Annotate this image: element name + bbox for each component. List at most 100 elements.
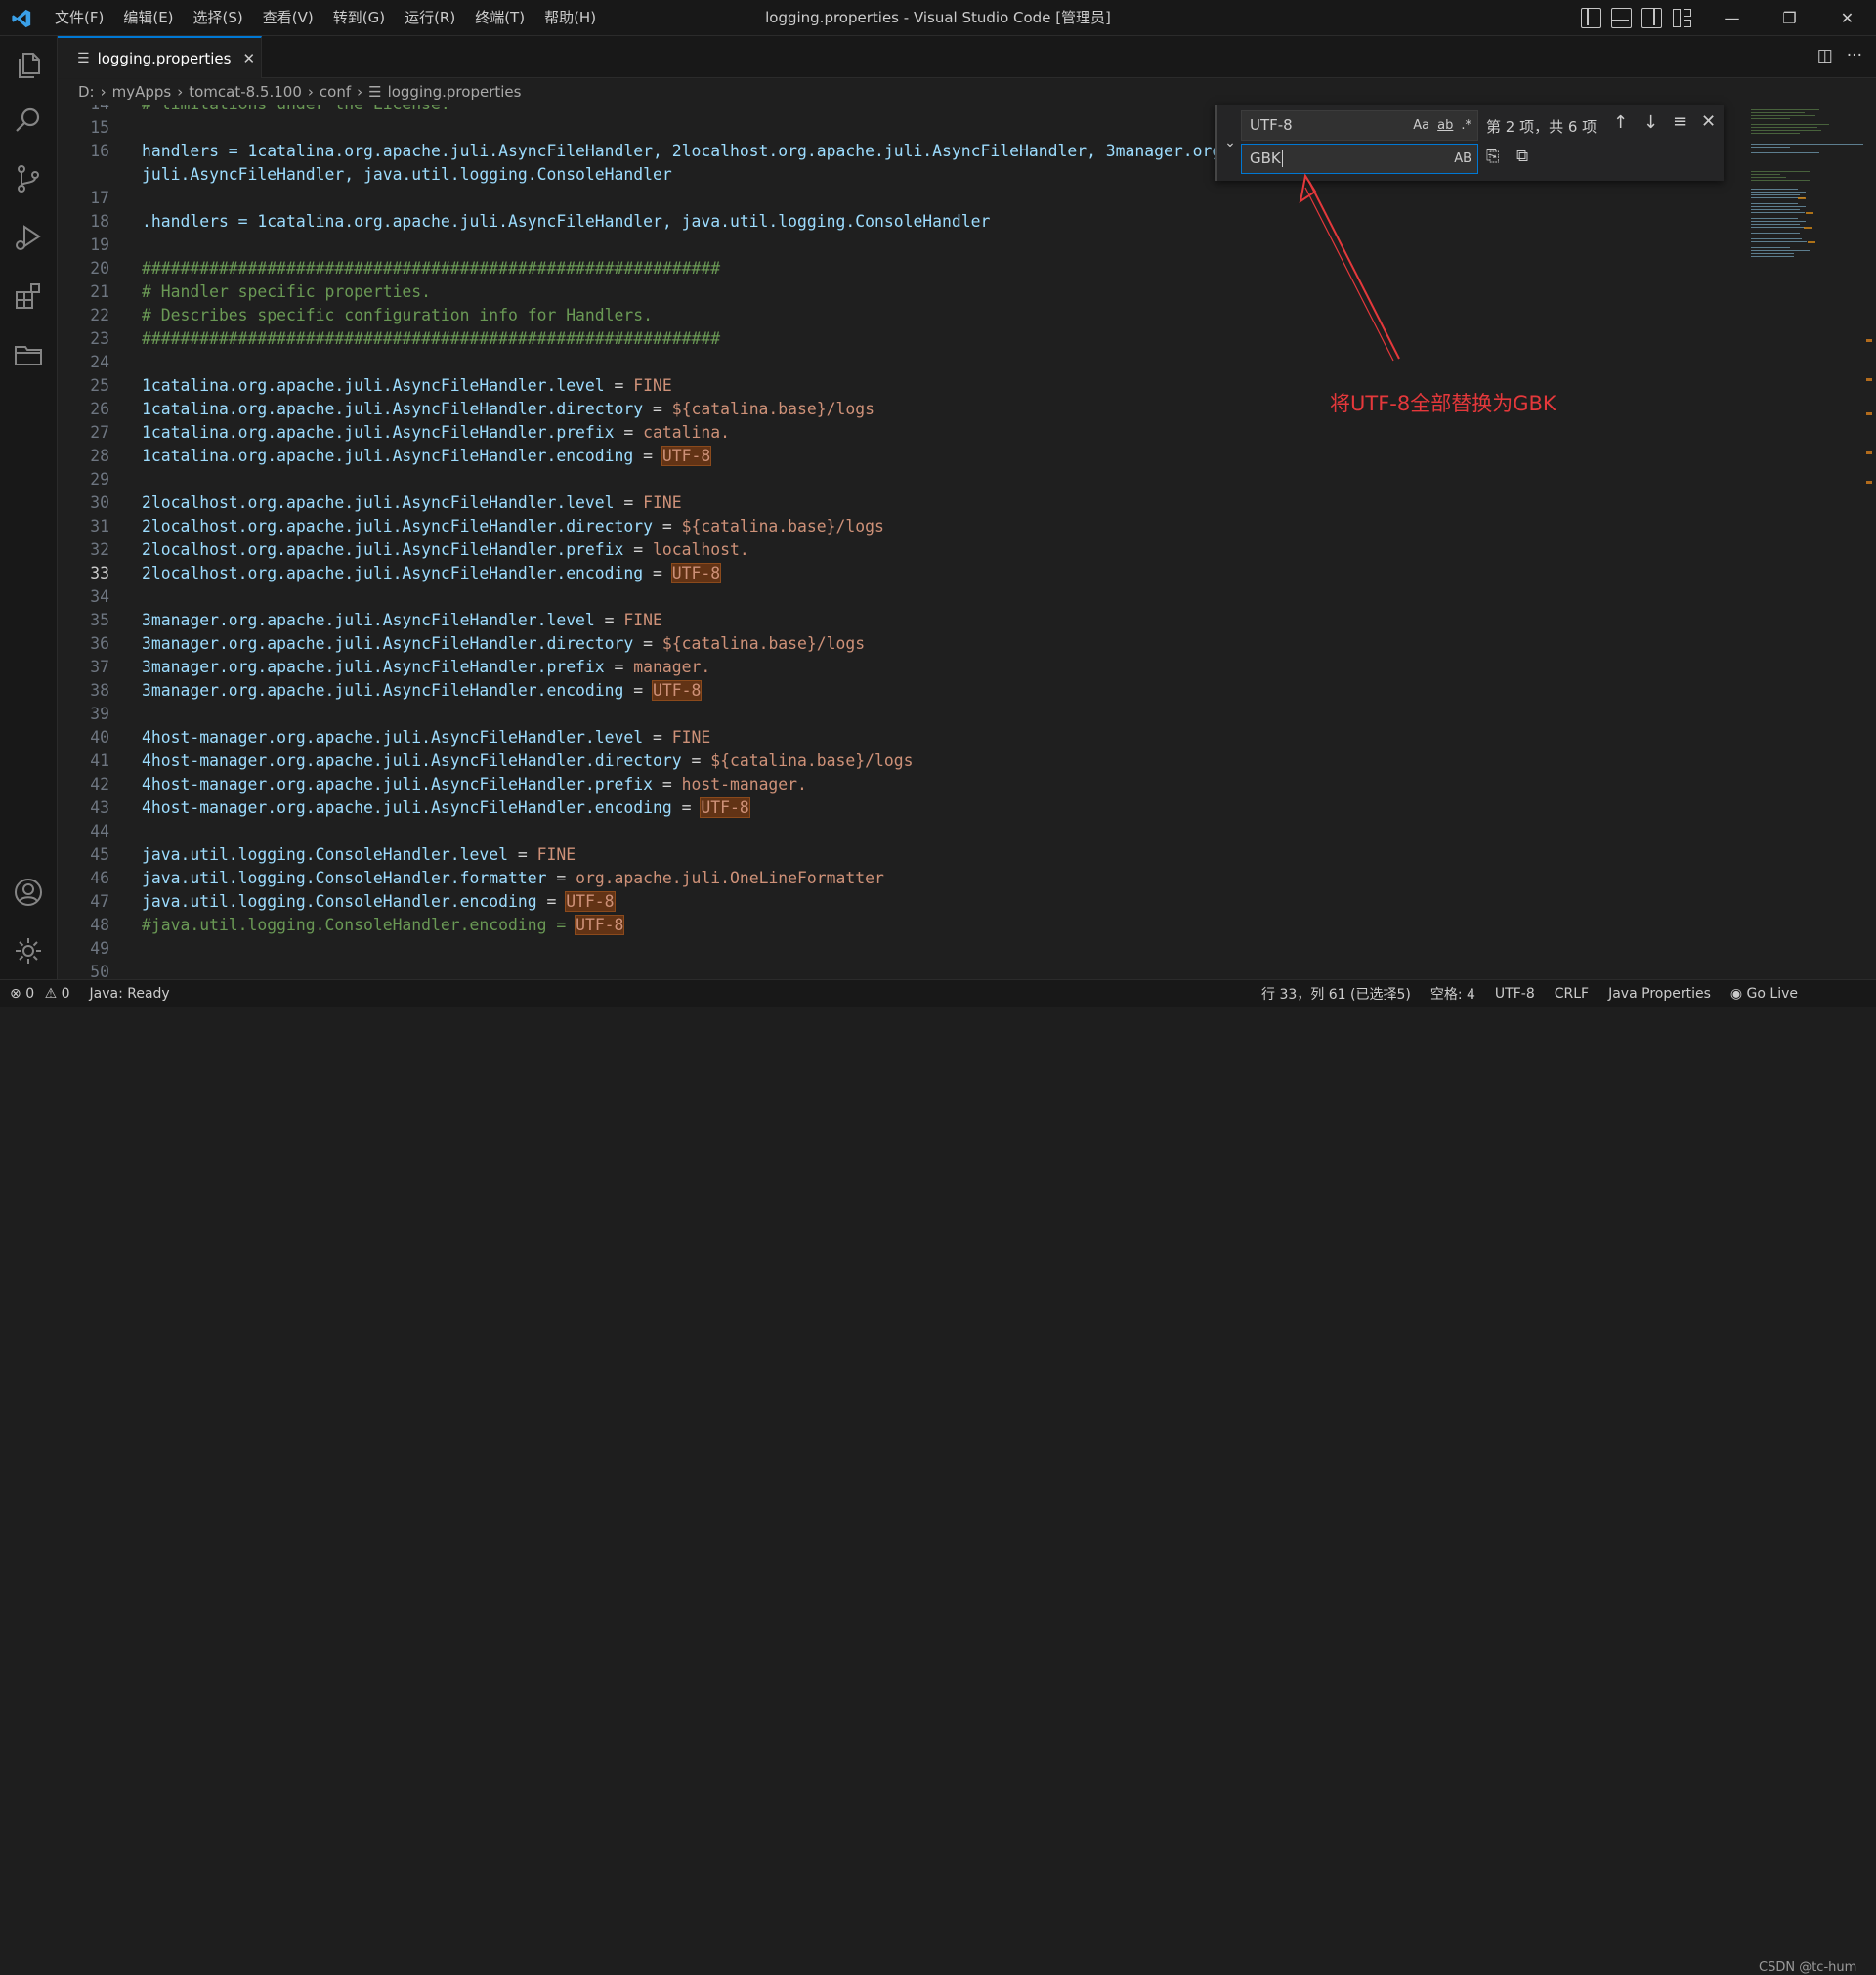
find-in-selection-icon[interactable]: ≡ — [1673, 111, 1687, 132]
property-key: 2localhost.org.apache.juli.AsyncFileHand… — [142, 494, 615, 512]
match-case-icon[interactable]: Aa — [1413, 111, 1429, 140]
code-line[interactable]: 43 4host-manager.org.apache.juli.AsyncFil… — [58, 796, 1807, 820]
more-actions-icon[interactable]: ··· — [1847, 46, 1862, 65]
java-status[interactable]: Java: Ready — [80, 986, 180, 1002]
code-line[interactable]: 21 # Handler specific properties. — [58, 280, 1807, 304]
previous-match-arrow-up-icon[interactable]: ↑ — [1613, 112, 1628, 133]
layout-controls — [1581, 8, 1692, 28]
code-line[interactable]: 17 — [58, 187, 1807, 210]
menu-item[interactable]: 终端(T) — [465, 0, 534, 36]
code-line[interactable]: 48 #java.util.logging.ConsoleHandler.enco… — [58, 914, 1807, 937]
breadcrumb-item[interactable]: D: — [78, 83, 95, 101]
code-text-span: handlers = 1catalina.org.apache.juli.Asy… — [142, 142, 1241, 160]
replace-input[interactable]: GBK AB — [1241, 144, 1478, 174]
breadcrumb-item[interactable]: tomcat-8.5.100 — [189, 83, 302, 101]
code-line[interactable]: 24 — [58, 351, 1807, 374]
code-line[interactable]: 22 # Describes specific configuration inf… — [58, 304, 1807, 327]
minimize-button[interactable]: — — [1703, 0, 1761, 36]
explorer-icon[interactable] — [13, 50, 44, 81]
indentation[interactable]: 空格: 4 — [1421, 984, 1485, 1004]
toggle-replace-chevron-icon[interactable]: ⌄ — [1219, 105, 1241, 181]
code-line[interactable]: 41 4host-manager.org.apache.juli.AsyncFil… — [58, 750, 1807, 773]
minimap[interactable] — [1749, 105, 1863, 271]
breadcrumb-item[interactable]: conf — [320, 83, 351, 101]
customize-layout-icon[interactable] — [1672, 8, 1692, 28]
code-line[interactable]: 19 — [58, 234, 1807, 257]
problems-indicator[interactable]: ⊗ 0 ⚠ 0 — [0, 986, 80, 1002]
code-line[interactable]: 42 4host-manager.org.apache.juli.AsyncFil… — [58, 773, 1807, 796]
tab-logging-properties[interactable]: ☰ logging.properties ✕ — [58, 36, 262, 78]
chevron-right-icon: › — [357, 83, 363, 101]
accounts-icon[interactable] — [13, 877, 44, 908]
code-line[interactable]: 34 — [58, 585, 1807, 609]
search-icon[interactable] — [13, 105, 44, 136]
code-line[interactable]: 29 — [58, 468, 1807, 492]
code-line[interactable]: 44 — [58, 820, 1807, 843]
menu-item[interactable]: 文件(F) — [45, 0, 113, 36]
file-encoding[interactable]: UTF-8 — [1485, 986, 1545, 1002]
toggle-secondary-sidebar-icon[interactable] — [1642, 8, 1662, 28]
use-regex-icon[interactable]: .* — [1461, 111, 1471, 140]
code-editor[interactable]: 14 # limitations under the License. 15 16 ha… — [58, 105, 1876, 979]
code-line[interactable]: 38 3manager.org.apache.juli.AsyncFileHand… — [58, 679, 1807, 703]
property-value: ${catalina.base}/logs — [661, 634, 866, 653]
manage-gear-icon[interactable] — [13, 935, 44, 966]
line-number: 44 — [90, 822, 109, 840]
close-tab-icon[interactable]: ✕ — [242, 50, 255, 67]
property-key: 2localhost.org.apache.juli.AsyncFileHand… — [142, 517, 654, 536]
code-line[interactable]: 46 java.util.logging.ConsoleHandler.forma… — [58, 867, 1807, 890]
go-live-button[interactable]: ◉ Go Live — [1721, 986, 1808, 1002]
extensions-icon[interactable] — [13, 280, 44, 312]
end-of-line[interactable]: CRLF — [1545, 986, 1599, 1002]
close-find-icon[interactable]: ✕ — [1701, 111, 1716, 132]
code-line[interactable]: 50 — [58, 961, 1807, 979]
preserve-case-icon[interactable]: AB — [1454, 145, 1471, 173]
close-window-button[interactable]: ✕ — [1818, 0, 1876, 36]
toggle-panel-icon[interactable] — [1611, 8, 1632, 28]
code-line[interactable]: 49 — [58, 937, 1807, 961]
cursor-position[interactable]: 行 33，列 61 (已选择5) — [1252, 984, 1421, 1004]
code-line[interactable]: 31 2localhost.org.apache.juli.AsyncFileHa… — [58, 515, 1807, 538]
language-mode[interactable]: Java Properties — [1599, 986, 1721, 1002]
code-line[interactable]: 35 3manager.org.apache.juli.AsyncFileHand… — [58, 609, 1807, 632]
property-value: ${catalina.base}/logs — [710, 751, 914, 770]
property-key: 1catalina.org.apache.juli.AsyncFileHandl… — [142, 423, 615, 442]
code-line[interactable]: 37 3manager.org.apache.juli.AsyncFileHand… — [58, 656, 1807, 679]
replace-all-icon[interactable]: ⧉ — [1516, 147, 1528, 166]
split-editor-icon[interactable]: ◫ — [1817, 46, 1833, 65]
code-line[interactable]: 28 1catalina.org.apache.juli.AsyncFileHan… — [58, 445, 1807, 468]
toggle-primary-sidebar-icon[interactable] — [1581, 8, 1601, 28]
run-debug-icon[interactable] — [13, 222, 44, 253]
code-line[interactable]: 40 4host-manager.org.apache.juli.AsyncFil… — [58, 726, 1807, 750]
menu-item[interactable]: 运行(R) — [395, 0, 465, 36]
code-line[interactable]: 27 1catalina.org.apache.juli.AsyncFileHan… — [58, 421, 1807, 445]
restore-button[interactable]: ❐ — [1761, 0, 1818, 36]
breadcrumb-item[interactable]: logging.properties — [388, 83, 522, 101]
match-whole-word-icon[interactable]: ab — [1437, 111, 1453, 140]
property-key: 1catalina.org.apache.juli.AsyncFileHandl… — [142, 376, 605, 395]
code-line[interactable]: 20 ######################################… — [58, 257, 1807, 280]
menu-item[interactable]: 选择(S) — [184, 0, 253, 36]
vertical-scrollbar[interactable] — [1863, 105, 1876, 979]
code-line[interactable]: 39 — [58, 703, 1807, 726]
menu-item[interactable]: 帮助(H) — [534, 0, 606, 36]
code-line[interactable]: 30 2localhost.org.apache.juli.AsyncFileHa… — [58, 492, 1807, 515]
property-value: FINE — [671, 728, 711, 747]
menu-item[interactable]: 转到(G) — [323, 0, 395, 36]
code-line[interactable]: 45 java.util.logging.ConsoleHandler.level… — [58, 843, 1807, 867]
code-text: 1catalina.org.apache.juli.AsyncFileHandl… — [142, 400, 874, 418]
source-control-icon[interactable] — [13, 163, 44, 194]
menu-item[interactable]: 编辑(E) — [113, 0, 183, 36]
remote-explorer-icon[interactable] — [13, 339, 44, 370]
code-line[interactable]: 23 ######################################… — [58, 327, 1807, 351]
code-line[interactable]: 18 .handlers = 1catalina.org.apache.juli.… — [58, 210, 1807, 234]
code-line[interactable]: 47 java.util.logging.ConsoleHandler.encod… — [58, 890, 1807, 914]
code-line[interactable]: 33 2localhost.org.apache.juli.AsyncFileHa… — [58, 562, 1807, 585]
replace-one-icon[interactable]: ⎘ — [1486, 147, 1500, 166]
code-line[interactable]: 32 2localhost.org.apache.juli.AsyncFileHa… — [58, 538, 1807, 562]
find-input[interactable]: UTF-8 Aa ab .* — [1241, 110, 1478, 141]
code-line[interactable]: 36 3manager.org.apache.juli.AsyncFileHand… — [58, 632, 1807, 656]
menu-item[interactable]: 查看(V) — [253, 0, 323, 36]
breadcrumb-item[interactable]: myApps — [112, 83, 172, 101]
next-match-arrow-down-icon[interactable]: ↓ — [1643, 112, 1658, 133]
